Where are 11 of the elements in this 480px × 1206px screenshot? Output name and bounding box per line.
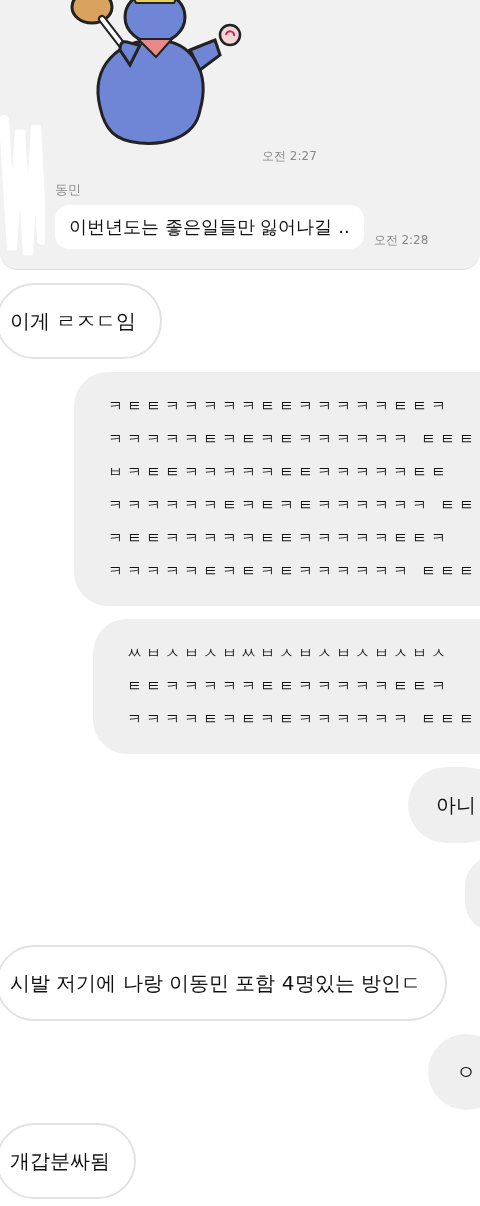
message-bubble: 아니: [408, 767, 480, 843]
message-bubble: ㅆㅂㅅㅂㅅㅂㅆㅂㅅㅂㅅㅂㅅㅂㅅㅂㅅ ㅌㅌㅋㅋㅋㅋㅋㅌㅌㅋㅋㅋㅋㅋㅌㅌㅋ ㅋㅋㅋㅋㅌㅋㅌㅋㅌㅋㅋㅋㅋㅋㅋ ㅌㅌㅌ: [93, 619, 480, 754]
message-bubble: 이번년도는 좋은일들만 잃어나길 ..: [55, 205, 364, 249]
message-time: 오전 2:27: [262, 148, 318, 165]
message-time: 오전 2:28: [373, 232, 429, 249]
message-bubble: ㅇ: [428, 1034, 480, 1110]
sender-name: 동민: [55, 181, 82, 199]
message-bubble: 시발 저기에 나랑 이동민 포함 4명있는 방인ㄷ: [0, 945, 447, 1021]
message-bubble: 개갑분싸됨: [0, 1123, 136, 1199]
message-bubble: ㅋㅌㅌㅋㅋㅋㅋㅋㅌㅌㅋㅋㅋㅋㅋㅌㅌㅋ ㅋㅋㅋㅋㅋㅌㅋㅌㅋㅌㅋㅋㅋㅋㅋㅋ ㅌㅌㅌ ㅂㅋㅌㅌㅋㅋㅋㅋㅋㅌㅌㅋㅋㅋㅋㅋㅌㅌ ㅋㅋㅋㅋㅋㅋㅌㅋㅌㅋㅌㅋㅋㅋㅋㅋㅋ ㅌㅌ ㅋㅌㅌㅋㅋㅋㅋㅋㅌㅌㅋㅋㅋㅋㅋㅌㅌㅋ ㅋㅋㅋㅋㅋㅌㅋㅌㅋㅌㅋㅋㅋㅋㅋㅋ ㅌㅌㅌ: [74, 372, 480, 606]
message-bubble: 이게 ㄹㅈㄷ임: [0, 283, 163, 359]
